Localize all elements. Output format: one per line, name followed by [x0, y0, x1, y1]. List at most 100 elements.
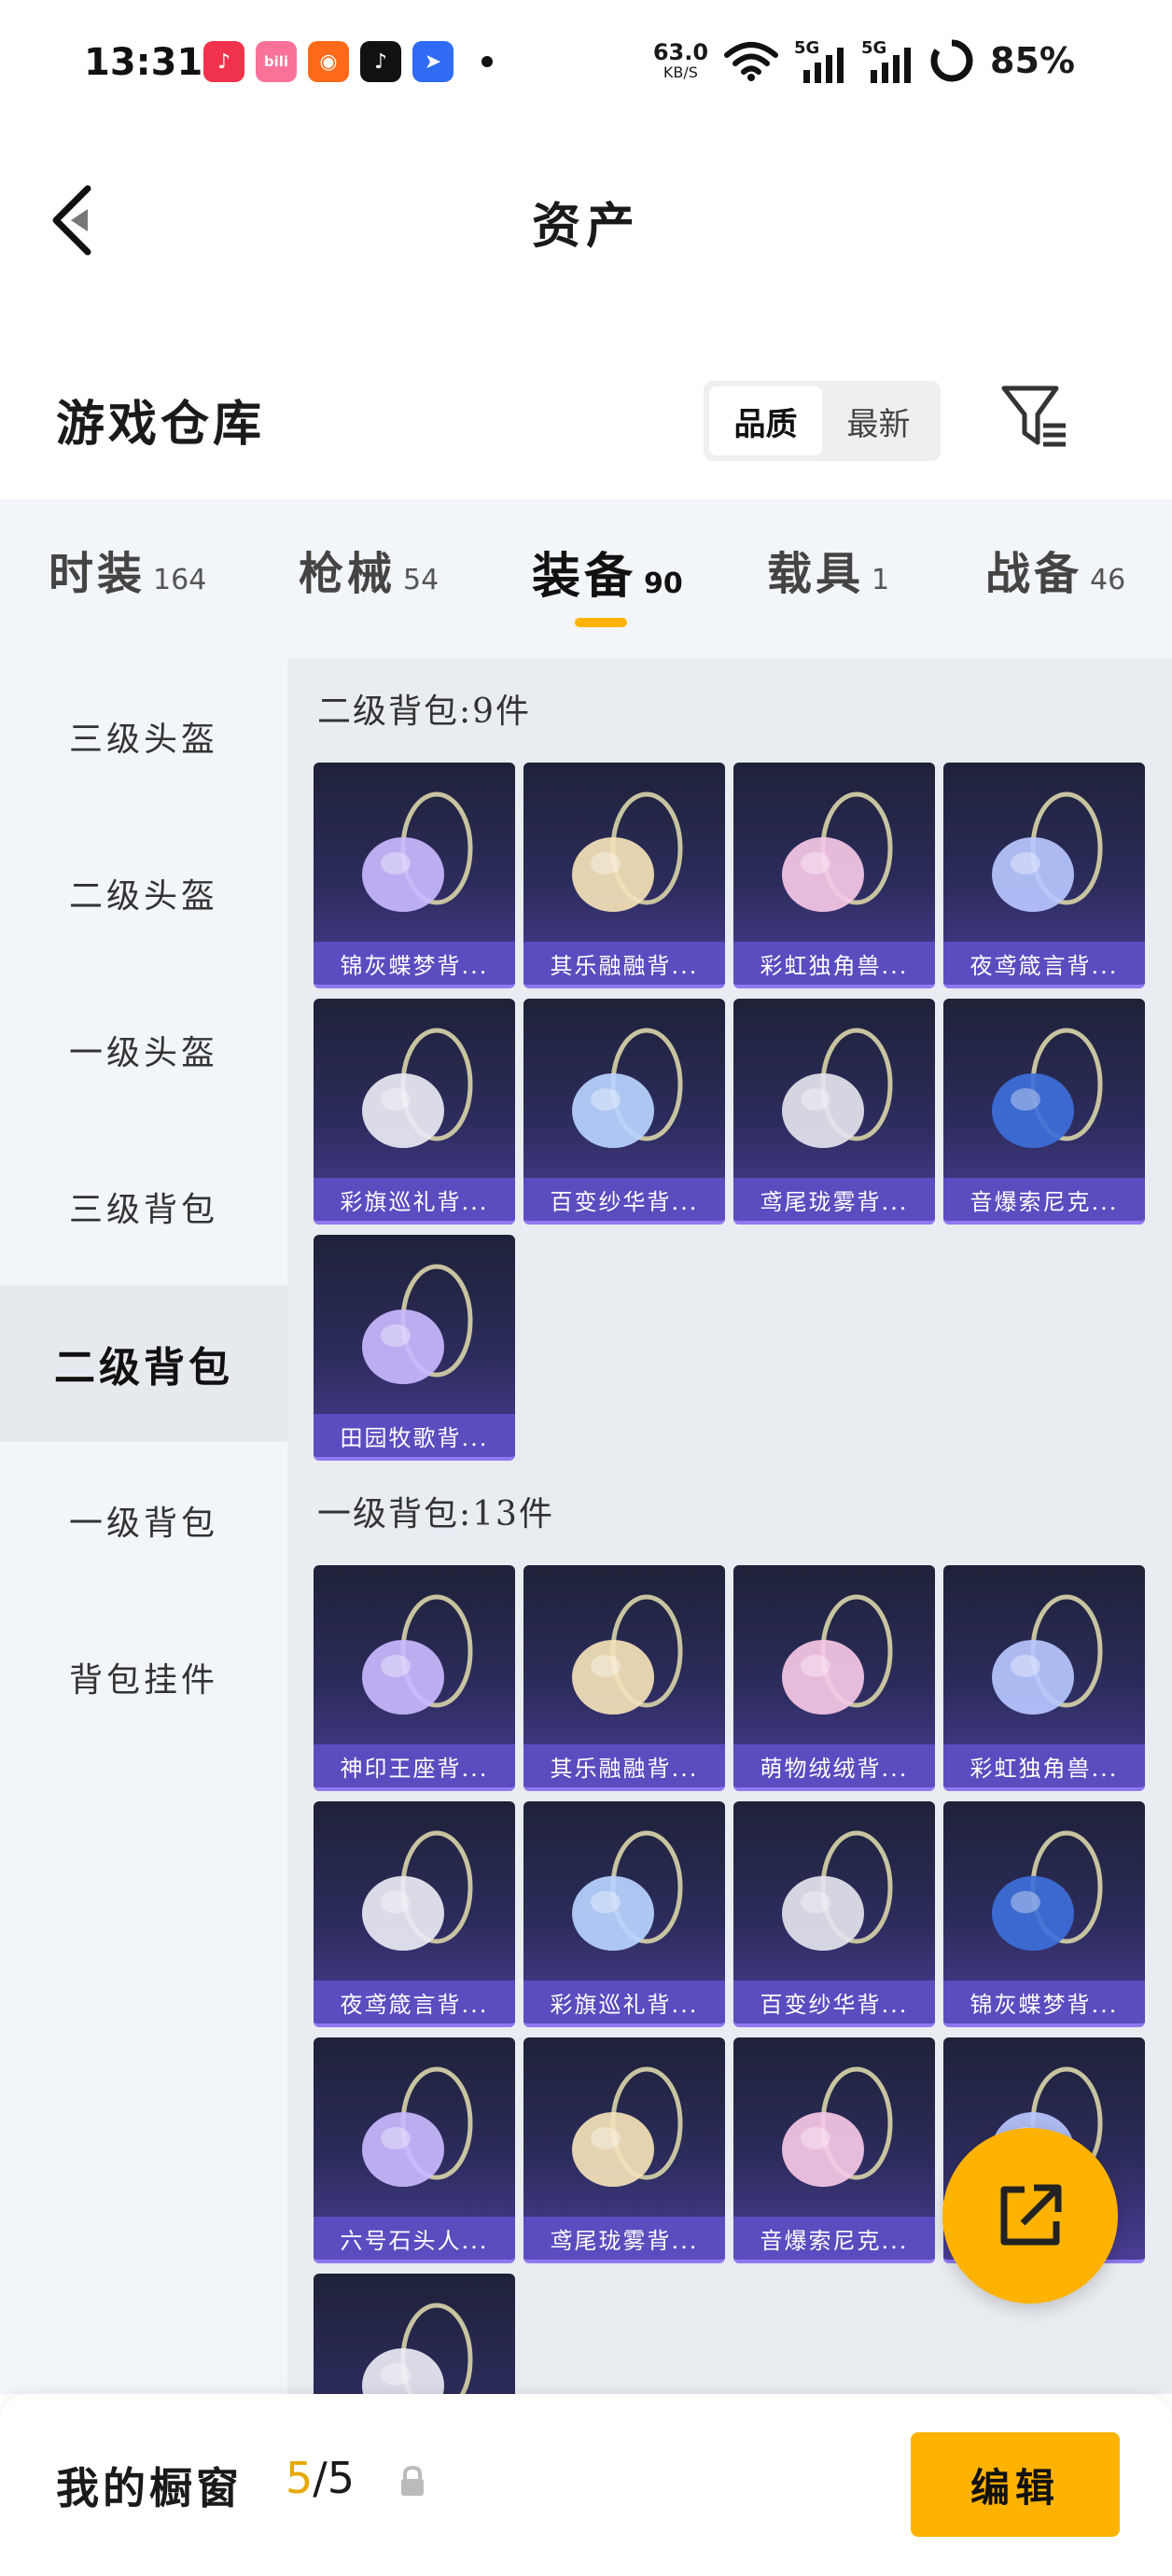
- night-kite-backpack-icon: [314, 1801, 515, 1981]
- tab-vehicles[interactable]: 载具 1: [767, 537, 889, 602]
- item-card[interactable]: 百变纱华背...: [523, 999, 725, 1225]
- stone-golem-backpack-icon: [314, 2037, 515, 2217]
- plush-backpack-icon: [733, 1565, 935, 1744]
- butterfly-dream-backpack-icon: [943, 1801, 1145, 1981]
- item-card[interactable]: 鸢尾珑雾背...: [733, 999, 935, 1225]
- item-card[interactable]: 夜鸢箴言背...: [314, 1801, 515, 2027]
- item-name: 锦灰蝶梦背...: [943, 1981, 1145, 2023]
- sidebar-item-level2-helmet[interactable]: 二级头盔: [0, 815, 287, 972]
- cupcake-backpack-icon: [523, 763, 725, 942]
- warehouse-title: 游戏仓库: [56, 396, 266, 453]
- item-name: 彩虹独角兽...: [733, 942, 935, 985]
- share-button[interactable]: [942, 2128, 1118, 2303]
- butterfly-wings-backpack-icon: [314, 2274, 515, 2394]
- unicorn-backpack-icon: [943, 1565, 1145, 1744]
- item-card[interactable]: 夜鸢箴言背...: [943, 763, 1145, 988]
- item-card[interactable]: 萌物绒绒背...: [733, 1565, 935, 1791]
- item-card[interactable]: 音爆索尼克...: [943, 999, 1145, 1225]
- tab-fashion[interactable]: 时装 164: [49, 537, 206, 602]
- sidebar-item-level3-backpack[interactable]: 三级背包: [0, 1128, 287, 1285]
- page-title: 资产: [531, 198, 640, 255]
- unicorn-backpack-icon: [733, 763, 935, 942]
- lock-icon: [401, 2465, 424, 2496]
- sort-by-newest[interactable]: 最新: [822, 386, 935, 455]
- showcase-label: 我的橱窗: [56, 2463, 243, 2513]
- item-name: 鸢尾珑雾背...: [733, 1178, 935, 1221]
- sidebar-item-level1-helmet[interactable]: 一级头盔: [0, 972, 287, 1128]
- sonic-backpack-icon: [943, 999, 1145, 1178]
- item-name: 鸢尾珑雾背...: [523, 2217, 725, 2260]
- sort-by-quality[interactable]: 品质: [709, 386, 822, 455]
- item-card[interactable]: 彩旗巡礼背...: [523, 1801, 725, 2027]
- status-indicators: 63.0 KB/S 5G 5G 85%: [653, 37, 1075, 84]
- item-name: 神印王座背...: [314, 1744, 515, 1787]
- picnic-basket-backpack-icon: [314, 1235, 515, 1414]
- item-name: 夜鸢箴言背...: [314, 1981, 515, 2023]
- item-card[interactable]: 其乐融融背...: [523, 1565, 725, 1791]
- sidebar-item-backpack-charms[interactable]: 背包挂件: [0, 1599, 287, 1756]
- item-card[interactable]: 六号石头人...: [314, 2037, 515, 2263]
- feishu-app-icon: ➤: [412, 41, 453, 82]
- item-card[interactable]: 锦灰蝶梦背...: [943, 1801, 1145, 2027]
- tiktok-app-icon: ♪: [360, 41, 401, 82]
- signal-5g-icon-2: 5G: [861, 38, 914, 83]
- showcase-count: 5/5: [286, 2453, 356, 2503]
- sidebar-item-level2-backpack[interactable]: 二级背包: [0, 1285, 287, 1442]
- item-card[interactable]: 田园牧歌背...: [314, 1235, 515, 1461]
- sort-toggle: 品质 最新: [704, 381, 941, 461]
- battery-ring-icon: [930, 39, 973, 82]
- item-name: 锦灰蝶梦背...: [314, 942, 515, 985]
- iris-mist-backpack-icon: [523, 2037, 725, 2217]
- signal-5g-icon: 5G: [794, 38, 846, 83]
- status-app-icons: ♪ bili ◉ ♪ ➤: [203, 41, 493, 82]
- item-name: 百变纱华背...: [523, 1178, 725, 1221]
- item-name: 彩虹独角兽...: [943, 1744, 1145, 1787]
- item-card[interactable]: [314, 2274, 515, 2394]
- status-time: 13:31: [84, 41, 203, 84]
- cupcake-backpack-icon: [523, 1565, 725, 1744]
- throne-backpack-icon: [314, 1565, 515, 1744]
- sidebar-item-level3-helmet[interactable]: 三级头盔: [0, 658, 287, 815]
- item-card[interactable]: 彩旗巡礼背...: [314, 999, 515, 1225]
- item-card[interactable]: 彩虹独角兽...: [943, 1565, 1145, 1791]
- item-name: 夜鸢箴言背...: [943, 942, 1145, 985]
- status-bar: 13:31 ♪ bili ◉ ♪ ➤ 63.0 KB/S 5G 5G 85%: [0, 0, 1172, 131]
- tab-battle-gear[interactable]: 战备 46: [985, 537, 1125, 602]
- item-card[interactable]: 百变纱华背...: [733, 1801, 935, 2027]
- section-title-level1: 一级背包:13件: [317, 1495, 554, 1533]
- share-export-icon: [1000, 2184, 1062, 2246]
- butterfly-dream-backpack-icon: [314, 763, 515, 942]
- notification-dot: [481, 56, 493, 67]
- gauze-backpack-icon: [733, 1801, 935, 1981]
- item-card[interactable]: 鸢尾珑雾背...: [523, 2037, 725, 2263]
- item-name: 六号石头人...: [314, 2217, 515, 2260]
- tab-firearms[interactable]: 枪械 54: [299, 537, 439, 602]
- sidebar: 三级头盔 二级头盔 一级头盔 三级背包 二级背包 一级背包 背包挂件: [0, 658, 287, 2394]
- item-name: 音爆索尼克...: [733, 2217, 935, 2260]
- section-title-level2: 二级背包:9件: [317, 693, 532, 731]
- item-name: 田园牧歌背...: [314, 1414, 515, 1457]
- item-card[interactable]: 锦灰蝶梦背...: [314, 763, 515, 988]
- item-card[interactable]: 神印王座背...: [314, 1565, 515, 1791]
- item-card[interactable]: 音爆索尼克...: [733, 2037, 935, 2263]
- tab-equipment[interactable]: 装备 90: [532, 537, 683, 607]
- battery-percent: 85%: [990, 40, 1075, 81]
- kuaishou-app-icon: ◉: [308, 41, 349, 82]
- item-name: 其乐融融背...: [523, 1744, 725, 1787]
- item-name: 音爆索尼克...: [943, 1178, 1145, 1221]
- item-name: 彩旗巡礼背...: [314, 1178, 515, 1221]
- sonic-backpack-icon: [733, 2037, 935, 2217]
- sidebar-item-level1-backpack[interactable]: 一级背包: [0, 1442, 287, 1599]
- iris-mist-backpack-icon: [733, 999, 935, 1178]
- night-kite-backpack-icon: [943, 763, 1145, 942]
- item-name: 其乐融融背...: [523, 942, 725, 985]
- item-card[interactable]: 其乐融融背...: [523, 763, 725, 988]
- filter-icon[interactable]: [1000, 383, 1069, 452]
- item-name: 百变纱华背...: [733, 1981, 935, 2023]
- item-card[interactable]: 彩虹独角兽...: [733, 763, 935, 988]
- music-app-icon: ♪: [203, 41, 244, 82]
- item-name: 彩旗巡礼背...: [523, 1981, 725, 2023]
- gauze-backpack-icon: [523, 999, 725, 1178]
- wifi-icon: [724, 42, 779, 81]
- edit-button[interactable]: 编辑: [911, 2432, 1120, 2537]
